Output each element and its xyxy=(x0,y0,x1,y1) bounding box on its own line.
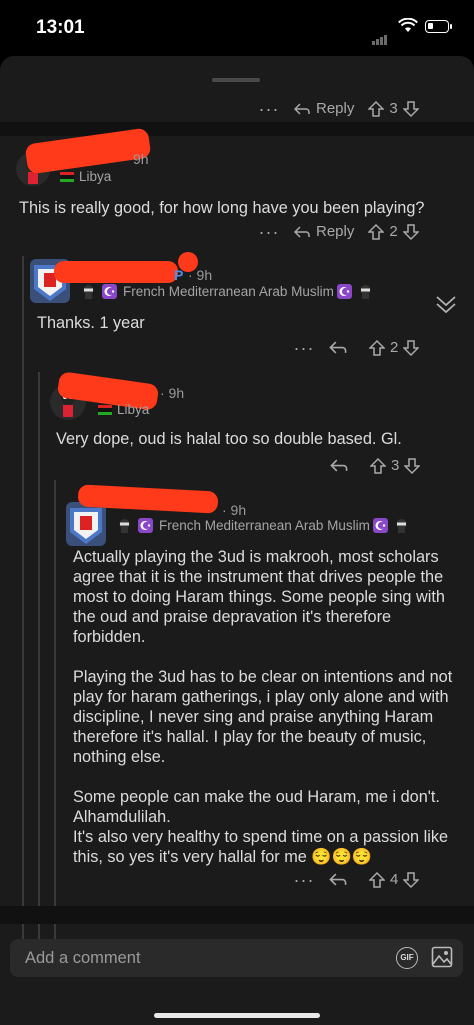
downvote-icon[interactable] xyxy=(403,871,420,888)
reply-button[interactable]: Reply xyxy=(294,100,354,117)
username-partial[interactable]: P xyxy=(174,267,183,283)
vote-count: 4 xyxy=(390,871,399,888)
comment-body: This is really good, for how long have y… xyxy=(19,199,425,217)
comment-paragraph: It's also very healthy to spend time on … xyxy=(73,828,449,866)
more-options-icon[interactable]: ··· xyxy=(256,100,282,118)
flair-label: French Mediterranean Arab Muslim xyxy=(159,518,370,533)
status-time: 13:01 xyxy=(36,17,85,38)
comment-body: Thanks. 1 year xyxy=(37,314,145,332)
thread-line xyxy=(38,372,40,956)
redaction-mark xyxy=(54,261,178,283)
more-options-icon[interactable]: ··· xyxy=(291,871,317,889)
reply-icon xyxy=(329,341,347,354)
comment-actions: ··· Reply 2 xyxy=(256,223,419,241)
crescent-star-icon xyxy=(336,284,352,299)
reply-button[interactable] xyxy=(330,459,354,472)
comment-actions: ··· 2 xyxy=(291,339,420,357)
ninja-emoji-icon xyxy=(360,285,371,299)
battery-icon xyxy=(425,20,452,33)
reply-label: Reply xyxy=(316,223,355,240)
vote-control: 2 xyxy=(368,223,419,240)
wifi-icon xyxy=(398,18,418,32)
comment-divider xyxy=(0,122,474,136)
ninja-emoji-icon xyxy=(119,519,130,533)
comment-age: · 9h xyxy=(222,502,247,518)
flair-label: French Mediterranean Arab Muslim xyxy=(123,284,334,299)
libya-flag-icon xyxy=(98,404,112,415)
upvote-icon[interactable] xyxy=(370,457,386,474)
downvote-icon[interactable] xyxy=(402,100,419,117)
user-flair: Libya xyxy=(60,169,111,184)
vote-control: 4 xyxy=(369,871,420,888)
comment-body: Very dope, oud is halal too so double ba… xyxy=(56,430,402,448)
flair-label: Libya xyxy=(117,402,150,417)
vote-control: 2 xyxy=(369,339,420,356)
reply-icon xyxy=(294,102,310,115)
comment-paragraph: Some people can make the oud Haram, me i… xyxy=(73,788,440,826)
comment-input-placeholder[interactable]: Add a comment xyxy=(25,949,141,968)
downvote-icon[interactable] xyxy=(402,223,419,240)
flair-label: Libya xyxy=(79,169,112,184)
more-options-icon[interactable]: ··· xyxy=(256,223,282,241)
downvote-icon[interactable] xyxy=(404,457,421,474)
libya-flag-icon xyxy=(60,171,74,182)
user-flair: Libya xyxy=(98,402,149,417)
comment-actions: 3 xyxy=(330,457,421,474)
comment-paragraph: Playing the 3ud has to be clear on inten… xyxy=(73,668,453,766)
user-flair: French Mediterranean Arab Muslim xyxy=(78,284,376,299)
upvote-icon[interactable] xyxy=(369,339,385,356)
vote-count: 2 xyxy=(390,339,399,356)
reply-button[interactable]: Reply xyxy=(294,223,354,240)
upvote-icon[interactable] xyxy=(369,871,385,888)
reply-icon xyxy=(330,459,348,472)
vote-count: 3 xyxy=(391,457,400,474)
comment-age: · 9h xyxy=(160,385,185,401)
vote-count: 2 xyxy=(389,223,398,240)
reply-button[interactable] xyxy=(329,341,353,354)
avatar[interactable] xyxy=(66,502,106,546)
ninja-emoji-icon xyxy=(396,519,407,533)
top-partial-actions: ··· Reply 3 xyxy=(256,100,419,118)
comment-paragraph: Actually playing the 3ud is makrooh, mos… xyxy=(73,548,445,646)
cellular-signal-icon xyxy=(372,27,388,45)
ninja-emoji-icon xyxy=(83,285,94,299)
home-indicator xyxy=(154,1013,320,1018)
image-icon[interactable] xyxy=(431,946,453,968)
comments-sheet: ··· Reply 3 9h Libya This is really good… xyxy=(0,56,474,1025)
upvote-icon[interactable] xyxy=(368,100,385,117)
comment-divider xyxy=(0,906,474,924)
comment-composer[interactable]: Add a comment GIF xyxy=(10,939,463,977)
thread-line xyxy=(22,256,24,956)
user-flair: French Mediterranean Arab Muslim xyxy=(114,518,412,533)
reply-icon xyxy=(329,873,347,886)
crescent-star-icon xyxy=(102,284,117,299)
comment-actions: ··· 4 xyxy=(291,871,420,889)
reply-button[interactable] xyxy=(329,873,353,886)
sheet-drag-handle[interactable] xyxy=(212,78,260,82)
more-options-icon[interactable]: ··· xyxy=(291,339,317,357)
vote-count: 3 xyxy=(389,100,398,117)
vote-control: 3 xyxy=(370,457,421,474)
comment-body: Actually playing the 3ud is makrooh, mos… xyxy=(73,547,463,867)
comment-age: · 9h xyxy=(188,267,213,283)
downvote-icon[interactable] xyxy=(403,339,420,356)
upvote-icon[interactable] xyxy=(368,223,385,240)
crescent-star-icon xyxy=(372,518,388,533)
gif-icon[interactable]: GIF xyxy=(396,947,418,969)
collapse-thread-icon[interactable] xyxy=(434,294,458,314)
crescent-star-icon xyxy=(138,518,153,533)
vote-control: 3 xyxy=(368,100,419,117)
thread-line xyxy=(54,480,56,956)
reply-icon xyxy=(294,225,310,238)
status-bar: 13:01 xyxy=(0,0,474,56)
comment-age: 9h xyxy=(133,151,149,167)
reply-label: Reply xyxy=(316,100,355,117)
